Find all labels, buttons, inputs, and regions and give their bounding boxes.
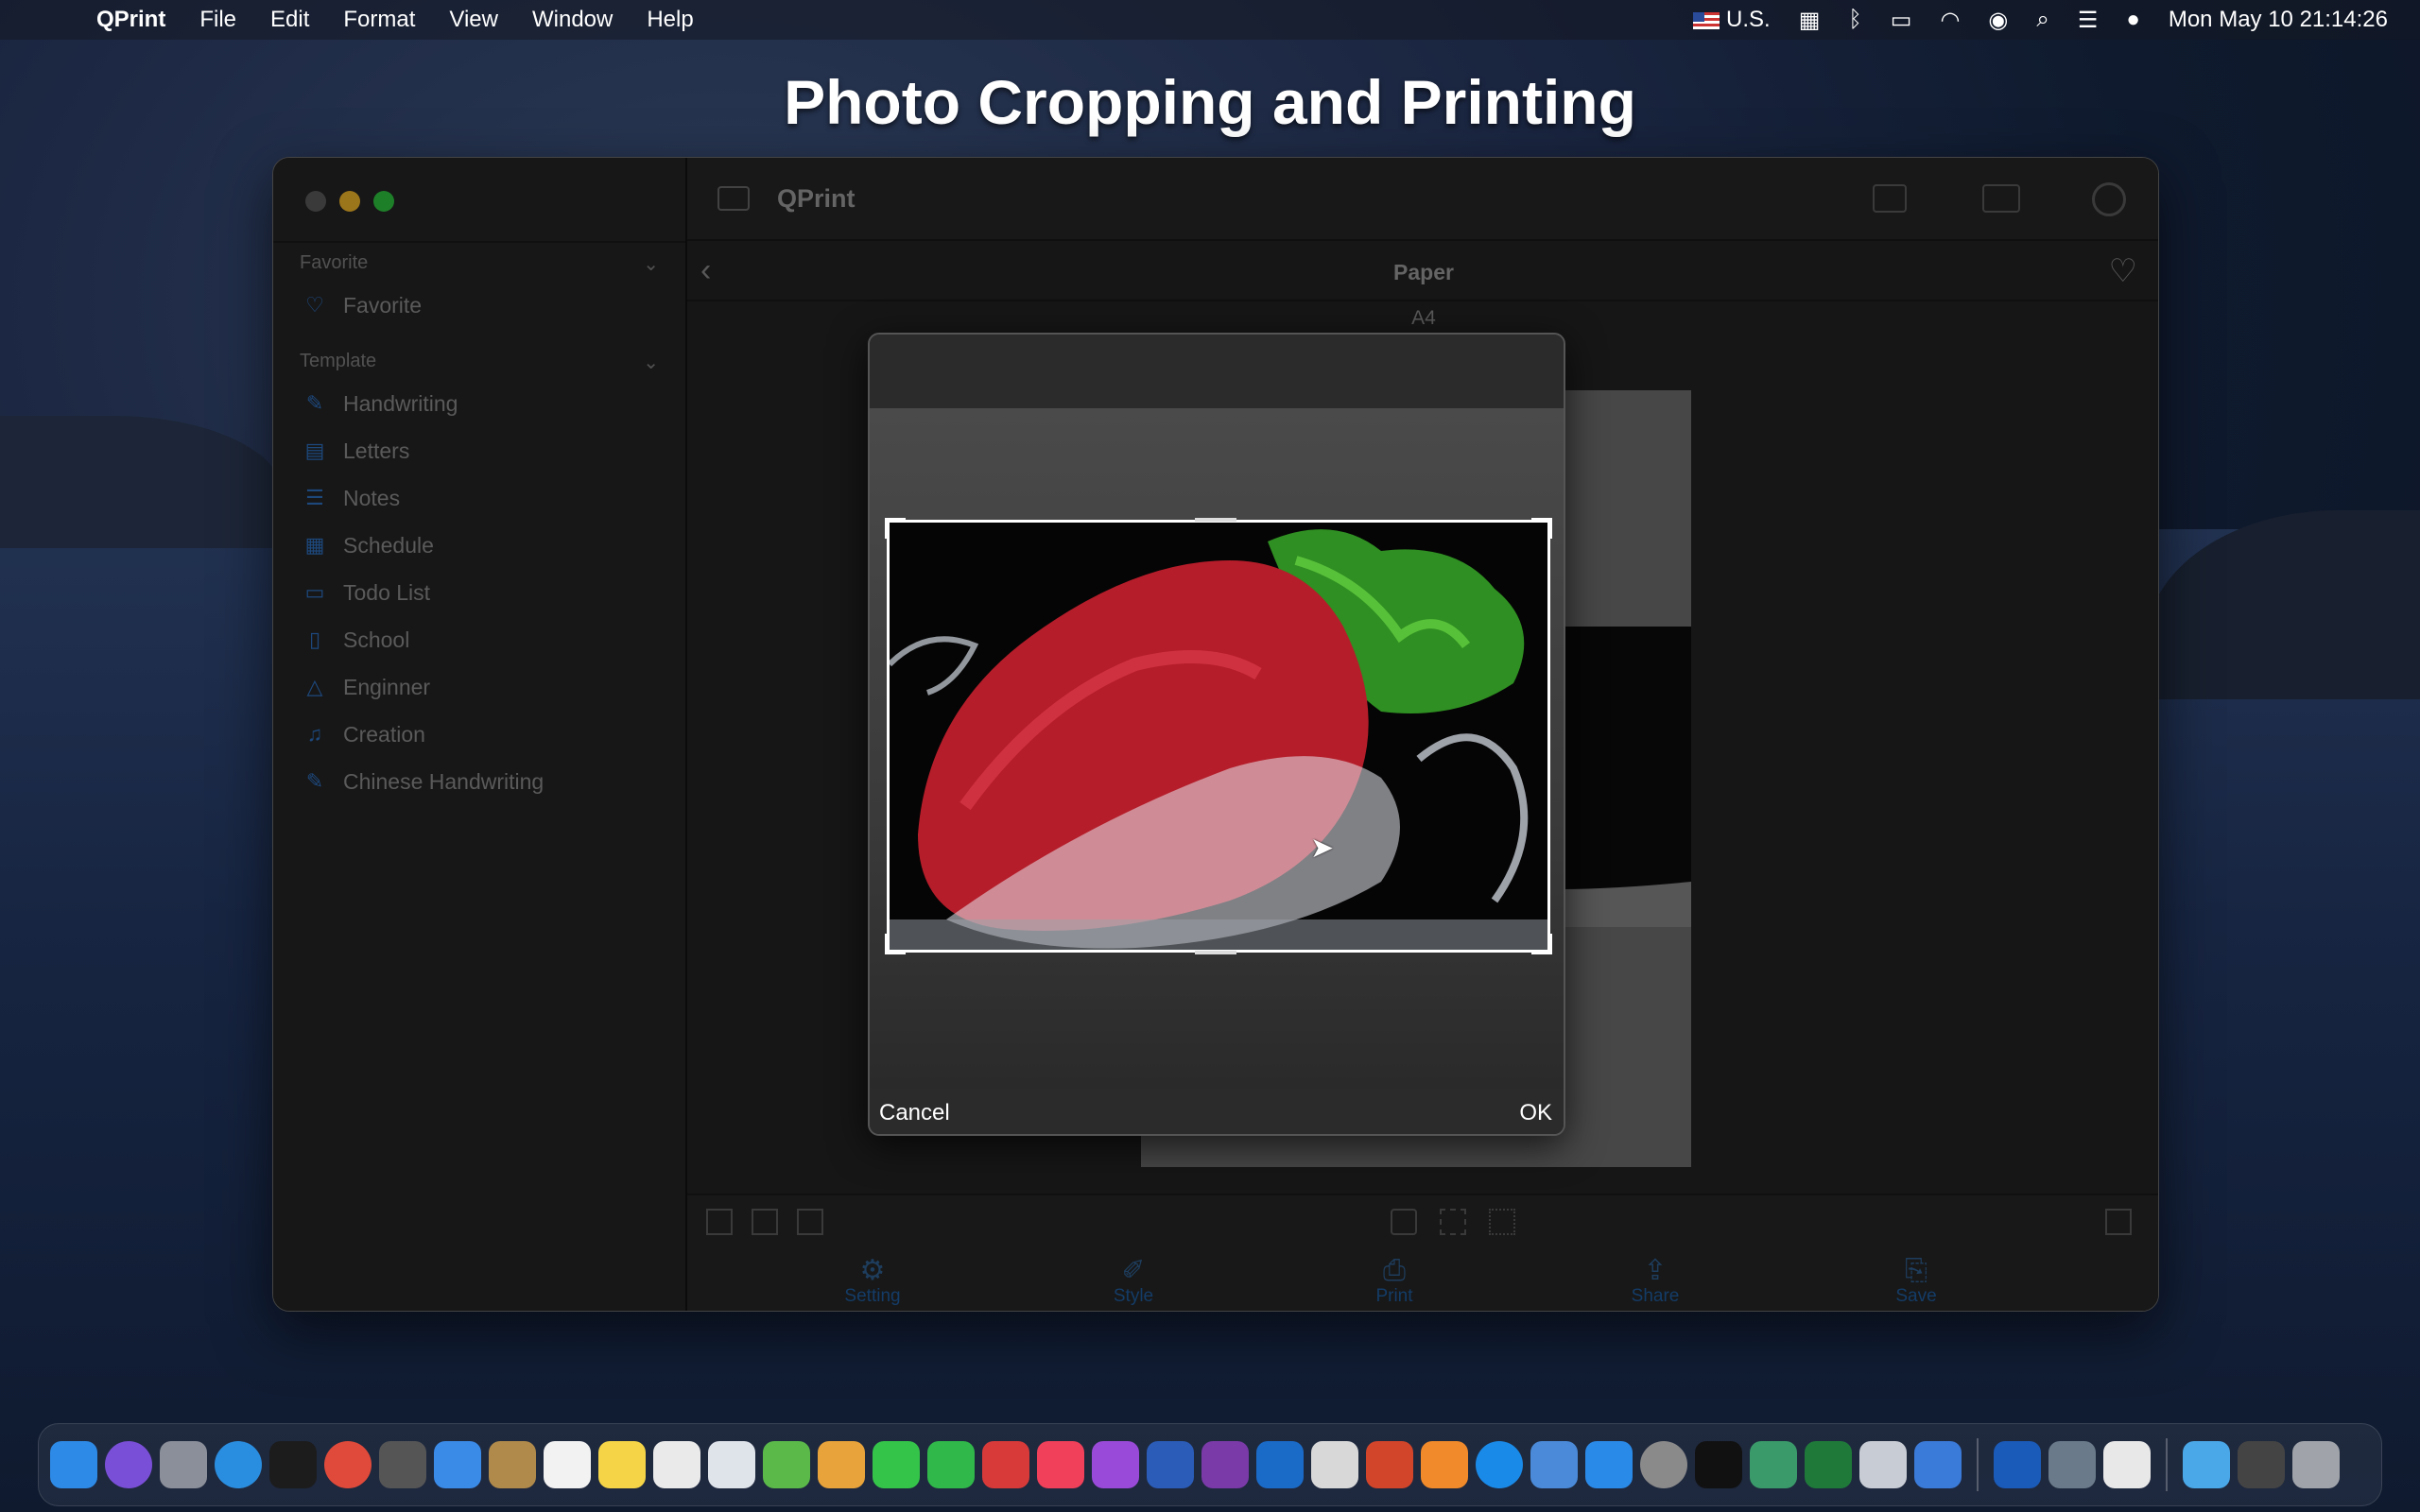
- contacts-icon[interactable]: [489, 1441, 536, 1488]
- system-preferences-icon[interactable]: [1640, 1441, 1687, 1488]
- menu-window[interactable]: Window: [532, 7, 613, 33]
- crop-handle-bottom-left[interactable]: [885, 934, 906, 954]
- chrome-icon[interactable]: [324, 1441, 372, 1488]
- photos-icon[interactable]: [818, 1441, 865, 1488]
- mail-icon[interactable]: [434, 1441, 481, 1488]
- keyboard-icon[interactable]: ▦: [1799, 7, 1821, 34]
- music-icon[interactable]: [1037, 1441, 1084, 1488]
- mouse-cursor-icon: ➤: [1310, 833, 1335, 864]
- crop-dialog-header: [870, 335, 1564, 408]
- crop-handle-top-right[interactable]: [1531, 518, 1552, 539]
- onenote-icon[interactable]: [1201, 1441, 1249, 1488]
- menu-edit[interactable]: Edit: [270, 7, 309, 33]
- excel-icon[interactable]: [1805, 1441, 1852, 1488]
- menu-view[interactable]: View: [449, 7, 498, 33]
- preview-app-icon[interactable]: [1859, 1441, 1907, 1488]
- user-icon[interactable]: ◉: [1988, 7, 2008, 34]
- outlook-icon[interactable]: [1256, 1441, 1304, 1488]
- qprint-icon[interactable]: [2103, 1441, 2151, 1488]
- us-flag-icon: [1693, 11, 1720, 29]
- crop-handle-top[interactable]: [1195, 518, 1236, 522]
- instruments-icon[interactable]: [1914, 1441, 1962, 1488]
- strawberry-photo: [890, 523, 1547, 950]
- menu-help[interactable]: Help: [647, 7, 693, 33]
- xcode-icon[interactable]: [1530, 1441, 1578, 1488]
- gear-app-icon[interactable]: [1750, 1441, 1797, 1488]
- app-store-icon[interactable]: [1585, 1441, 1633, 1488]
- calendar-icon[interactable]: [544, 1441, 591, 1488]
- menu-file[interactable]: File: [199, 7, 236, 33]
- notes-icon[interactable]: [598, 1441, 646, 1488]
- page-title: Photo Cropping and Printing: [784, 67, 1636, 137]
- dock-separator: [1977, 1438, 1979, 1491]
- screen-icon[interactable]: [2048, 1441, 2096, 1488]
- crop-dialog-footer: Cancel OK: [870, 1089, 1564, 1134]
- screenshot-icon[interactable]: [1311, 1441, 1358, 1488]
- crop-selection-box[interactable]: [887, 520, 1550, 953]
- siri-icon[interactable]: [105, 1441, 152, 1488]
- crop-stage[interactable]: [870, 408, 1564, 1089]
- downloads-folder-icon[interactable]: [2183, 1441, 2230, 1488]
- books-icon[interactable]: [1421, 1441, 1468, 1488]
- cancel-button[interactable]: Cancel: [879, 1100, 950, 1126]
- podcasts-icon[interactable]: [1092, 1441, 1139, 1488]
- stack-icon[interactable]: [2238, 1441, 2285, 1488]
- control-center-icon[interactable]: ☰: [2078, 7, 2099, 34]
- find-my-icon[interactable]: [1476, 1441, 1523, 1488]
- crop-handle-bottom-right[interactable]: [1531, 934, 1552, 954]
- menu-app-name[interactable]: QPrint: [96, 7, 165, 33]
- menu-clock[interactable]: Mon May 10 21:14:26: [2169, 7, 2388, 33]
- siri-icon[interactable]: ●: [2126, 7, 2140, 33]
- dock-separator: [2166, 1438, 2168, 1491]
- bluetooth-icon[interactable]: ᛒ: [1848, 7, 1861, 33]
- maps-icon[interactable]: [763, 1441, 810, 1488]
- dock: [38, 1423, 2382, 1506]
- input-source[interactable]: U.S.: [1693, 7, 1771, 33]
- photo-booth-icon[interactable]: [982, 1441, 1029, 1488]
- search-icon[interactable]: ⌕: [2036, 7, 2048, 33]
- powerpoint-icon[interactable]: [1366, 1441, 1413, 1488]
- battery-icon[interactable]: ▭: [1891, 7, 1912, 34]
- trash-icon[interactable]: [2292, 1441, 2340, 1488]
- textedit-icon[interactable]: [653, 1441, 700, 1488]
- menu-format[interactable]: Format: [343, 7, 415, 33]
- safari-icon[interactable]: [215, 1441, 262, 1488]
- messages-icon[interactable]: [873, 1441, 920, 1488]
- ok-button[interactable]: OK: [1519, 1100, 1552, 1126]
- finder-icon[interactable]: [50, 1441, 97, 1488]
- crop-handle-top-left[interactable]: [885, 518, 906, 539]
- preview-icon[interactable]: [708, 1441, 755, 1488]
- activity-monitor-icon[interactable]: [269, 1441, 317, 1488]
- app-store-connect-icon[interactable]: [1994, 1441, 2041, 1488]
- launchpad-icon[interactable]: [160, 1441, 207, 1488]
- wallpaper-cliff-left: [0, 416, 284, 548]
- facetime-icon[interactable]: [927, 1441, 975, 1488]
- word-icon[interactable]: [1147, 1441, 1194, 1488]
- crop-handle-bottom[interactable]: [1195, 951, 1236, 954]
- menu-bar: QPrint File Edit Format View Window Help…: [0, 0, 2420, 40]
- calculator-icon[interactable]: [379, 1441, 426, 1488]
- status-area: U.S. ▦ ᛒ ▭ ◠ ◉ ⌕ ☰ ● Mon May 10 21:14:26: [1693, 0, 2388, 40]
- crop-dialog: Cancel OK: [868, 333, 1565, 1136]
- wifi-icon[interactable]: ◠: [1940, 7, 1960, 34]
- terminal-icon[interactable]: [1695, 1441, 1742, 1488]
